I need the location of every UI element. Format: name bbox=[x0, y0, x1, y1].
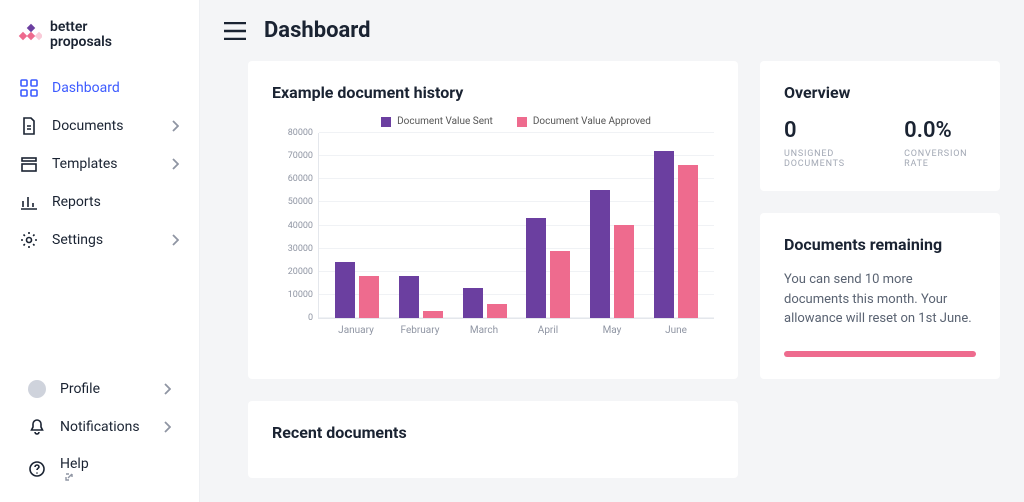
reports-icon bbox=[20, 193, 38, 211]
stat-label: CONVERSION RATE bbox=[904, 149, 976, 169]
stat-value: 0.0% bbox=[904, 118, 976, 143]
overview-card: Overview 0 UNSIGNED DOCUMENTS 0.0% CONVE… bbox=[760, 61, 1000, 191]
x-tick-label: May bbox=[585, 325, 639, 336]
sidebar-item-notifications[interactable]: Notifications bbox=[16, 408, 183, 446]
chevron-right-icon bbox=[163, 383, 171, 395]
bar-group bbox=[458, 288, 512, 318]
stat-unsigned: 0 UNSIGNED DOCUMENTS bbox=[784, 118, 874, 169]
avatar-icon bbox=[28, 380, 46, 398]
help-icon bbox=[28, 460, 46, 478]
x-tick-label: March bbox=[457, 325, 511, 336]
sidebar-item-label: Help bbox=[60, 456, 89, 482]
y-tick-label: 0 bbox=[308, 313, 319, 323]
legend-item: Document Value Sent bbox=[381, 116, 493, 127]
sidebar-item-label: Profile bbox=[60, 381, 100, 397]
sidebar-item-dashboard[interactable]: Dashboard bbox=[8, 69, 191, 107]
x-tick-label: June bbox=[649, 325, 703, 336]
legend-label: Document Value Approved bbox=[533, 116, 651, 127]
chevron-right-icon bbox=[163, 421, 171, 433]
legend-item: Document Value Approved bbox=[517, 116, 651, 127]
y-tick-label: 10000 bbox=[288, 290, 319, 300]
overview-title: Overview bbox=[784, 83, 976, 102]
y-tick-label: 40000 bbox=[288, 221, 319, 231]
remaining-card: Documents remaining You can send 10 more… bbox=[760, 213, 1000, 379]
brand-logo[interactable]: better proposals bbox=[0, 20, 199, 69]
y-tick-label: 30000 bbox=[288, 244, 319, 254]
chevron-right-icon bbox=[171, 234, 179, 246]
sidebar-item-help[interactable]: Help bbox=[16, 446, 183, 492]
remaining-title: Documents remaining bbox=[784, 235, 976, 254]
bar-group bbox=[585, 190, 639, 318]
bar-sent bbox=[590, 190, 610, 318]
brand-name: better proposals bbox=[50, 20, 112, 51]
bar-approved bbox=[614, 225, 634, 318]
sidebar-item-label: Settings bbox=[52, 232, 103, 248]
bar-sent bbox=[526, 218, 546, 318]
bell-icon bbox=[28, 418, 46, 436]
bar-sent bbox=[399, 276, 419, 318]
stat-label: UNSIGNED DOCUMENTS bbox=[784, 149, 874, 169]
bar-group bbox=[394, 276, 448, 318]
remaining-progress bbox=[784, 351, 976, 357]
nav-bottom: Profile Notifications Help bbox=[8, 370, 191, 492]
sidebar-item-reports[interactable]: Reports bbox=[8, 183, 191, 221]
chart-x-labels: January February March April May June bbox=[318, 319, 714, 336]
sidebar: better proposals Dashboard Documents Templ… bbox=[0, 0, 200, 502]
bar-sent bbox=[654, 151, 674, 318]
legend-swatch bbox=[517, 117, 527, 127]
chart-card: Example document history Document Value … bbox=[248, 61, 738, 379]
sidebar-item-label: Dashboard bbox=[52, 80, 120, 96]
sidebar-item-profile[interactable]: Profile bbox=[16, 370, 183, 408]
bar-approved bbox=[550, 251, 570, 318]
templates-icon bbox=[20, 155, 38, 173]
chart-plot: 0100002000030000400005000060000700008000… bbox=[318, 133, 714, 319]
page-title: Dashboard bbox=[264, 18, 371, 43]
y-tick-label: 60000 bbox=[288, 174, 319, 184]
sidebar-item-label: Templates bbox=[52, 156, 118, 172]
recent-title: Recent documents bbox=[272, 423, 714, 442]
gridline bbox=[319, 132, 714, 133]
recent-card: Recent documents bbox=[248, 401, 738, 478]
bar-sent bbox=[463, 288, 483, 318]
sidebar-item-templates[interactable]: Templates bbox=[8, 145, 191, 183]
document-icon bbox=[20, 117, 38, 135]
x-tick-label: January bbox=[329, 325, 383, 336]
topbar: Dashboard bbox=[200, 0, 1024, 61]
chevron-right-icon bbox=[171, 158, 179, 170]
sidebar-item-label: Documents bbox=[52, 118, 123, 134]
legend-label: Document Value Sent bbox=[397, 116, 493, 127]
remaining-text: You can send 10 more documents this mont… bbox=[784, 270, 976, 329]
nav-top: Dashboard Documents Templates Reports Settin… bbox=[0, 69, 199, 259]
x-tick-label: February bbox=[393, 325, 447, 336]
bar-approved bbox=[423, 311, 443, 318]
stat-value: 0 bbox=[784, 118, 874, 143]
y-tick-label: 70000 bbox=[288, 151, 319, 161]
chart-legend: Document Value Sent Document Value Approv… bbox=[318, 116, 714, 127]
x-tick-label: April bbox=[521, 325, 575, 336]
y-tick-label: 80000 bbox=[288, 128, 319, 138]
sidebar-item-documents[interactable]: Documents bbox=[8, 107, 191, 145]
chart: Document Value Sent Document Value Approv… bbox=[272, 116, 714, 336]
hamburger-icon[interactable] bbox=[224, 22, 246, 40]
sidebar-item-label: Reports bbox=[52, 194, 101, 210]
sidebar-item-settings[interactable]: Settings bbox=[8, 221, 191, 259]
y-tick-label: 50000 bbox=[288, 197, 319, 207]
gear-icon bbox=[20, 231, 38, 249]
chart-title: Example document history bbox=[272, 83, 714, 102]
bar-group bbox=[521, 218, 575, 318]
bar-group bbox=[330, 262, 384, 318]
main: Dashboard Example document history Docum… bbox=[200, 0, 1024, 502]
chevron-right-icon bbox=[171, 120, 179, 132]
stat-conversion: 0.0% CONVERSION RATE bbox=[904, 118, 976, 169]
sidebar-item-label: Notifications bbox=[60, 419, 140, 435]
bar-approved bbox=[359, 276, 379, 318]
bar-group bbox=[649, 151, 703, 318]
grid-icon bbox=[20, 79, 38, 97]
legend-swatch bbox=[381, 117, 391, 127]
y-tick-label: 20000 bbox=[288, 267, 319, 277]
bar-approved bbox=[678, 165, 698, 318]
bar-sent bbox=[335, 262, 355, 318]
brand-mark-icon bbox=[18, 23, 42, 47]
bar-approved bbox=[487, 304, 507, 318]
